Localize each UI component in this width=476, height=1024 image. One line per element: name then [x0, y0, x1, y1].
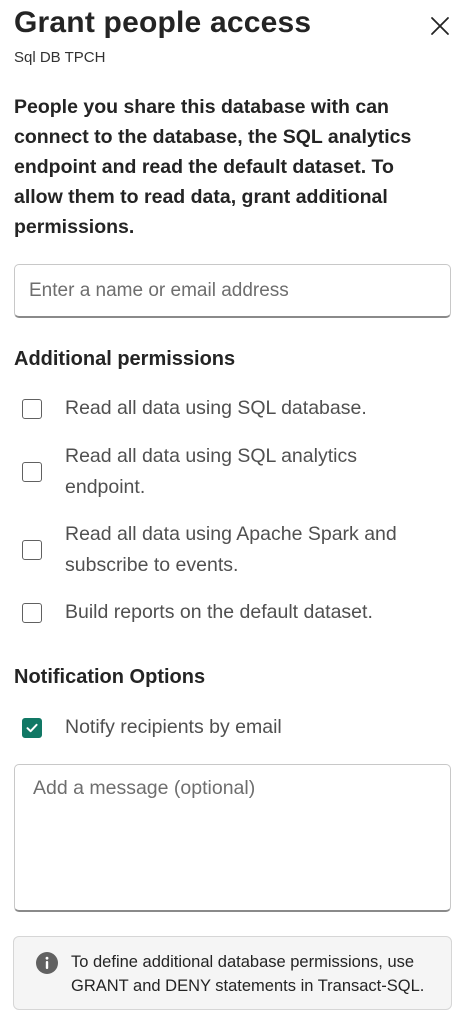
checkbox[interactable]: [22, 602, 42, 623]
additional-permissions-heading: Additional permissions: [14, 348, 236, 370]
info-icon: [36, 952, 58, 974]
close-button[interactable]: [428, 14, 452, 38]
checkbox-checked[interactable]: [22, 717, 42, 738]
checkbox[interactable]: [22, 540, 42, 560]
permission-label: Read all data using SQL analytics endpoi…: [65, 445, 357, 498]
message-textarea[interactable]: [14, 764, 451, 912]
notify-label: Notify recipients by email: [65, 716, 282, 738]
permission-read-apache-spark[interactable]: Read all data using Apache Spark and sub…: [22, 519, 442, 581]
permission-read-sql-analytics-endpoint[interactable]: Read all data using SQL analytics endpoi…: [22, 441, 442, 503]
permission-label: Read all data using SQL database.: [65, 397, 367, 419]
close-icon: [431, 17, 449, 35]
permission-build-reports[interactable]: Build reports on the default dataset.: [22, 597, 442, 628]
access-description: People you share this database with can …: [14, 96, 412, 238]
permission-label: Read all data using Apache Spark and sub…: [65, 523, 397, 576]
checkbox[interactable]: [22, 462, 42, 482]
info-banner: To define additional database permission…: [13, 936, 452, 1010]
permission-read-sql-database[interactable]: Read all data using SQL database.: [22, 393, 442, 424]
dialog-title: Grant people access: [14, 6, 312, 39]
notify-recipients-option[interactable]: Notify recipients by email: [22, 712, 442, 743]
notification-options-heading: Notification Options: [14, 666, 206, 688]
checkmark-icon: [26, 723, 38, 732]
dialog-subtitle: Sql DB TPCH: [14, 49, 106, 66]
permission-label: Build reports on the default dataset.: [65, 601, 373, 623]
name-or-email-input[interactable]: [14, 264, 451, 318]
checkbox[interactable]: [22, 398, 42, 419]
info-text: To define additional database permission…: [71, 953, 425, 995]
